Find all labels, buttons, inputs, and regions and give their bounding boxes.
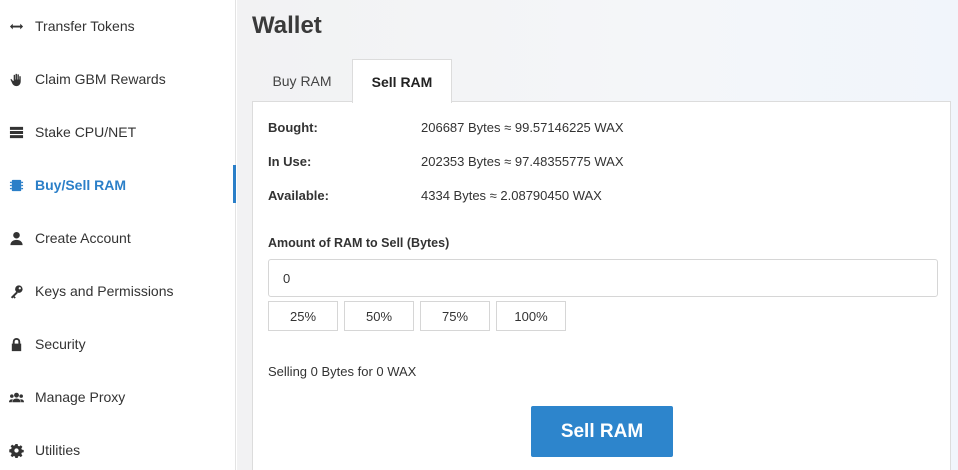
user-icon [8,230,24,246]
hand-icon [8,71,24,87]
sidebar: Transfer Tokens Claim GBM Rewards Stake … [0,0,236,470]
percent-75-button[interactable]: 75% [420,301,490,331]
amount-label: Amount of RAM to Sell (Bytes) [268,236,450,250]
sell-ram-button[interactable]: Sell RAM [531,406,673,457]
tab-sell-ram[interactable]: Sell RAM [352,59,452,103]
users-icon [8,389,24,405]
sidebar-item-label: Utilities [35,442,81,458]
sell-ram-panel: Bought: 206687 Bytes ≈ 99.57146225 WAX I… [252,101,951,470]
percent-50-button[interactable]: 50% [344,301,414,331]
sidebar-item-label: Manage Proxy [35,389,126,405]
percent-100-button[interactable]: 100% [496,301,566,331]
sidebar-item-label: Buy/Sell RAM [35,177,127,193]
sidebar-item-create-account[interactable]: Create Account [0,218,236,258]
memory-chip-icon [8,177,24,193]
sidebar-item-stake-cpu-net[interactable]: Stake CPU/NET [0,112,236,152]
sidebar-item-label: Create Account [35,230,131,246]
page-title: Wallet [252,12,322,39]
stat-row-bought: Bought: 206687 Bytes ≈ 99.57146225 WAX [268,120,624,135]
stat-value: 202353 Bytes ≈ 97.48355775 WAX [421,154,624,169]
main-content: Wallet Buy RAM Sell RAM Bought: 206687 B… [237,0,958,470]
stat-value: 206687 Bytes ≈ 99.57146225 WAX [421,120,624,135]
sell-summary: Selling 0 Bytes for 0 WAX [268,364,417,379]
sidebar-item-label: Keys and Permissions [35,283,174,299]
sidebar-item-label: Claim GBM Rewards [35,71,166,87]
sidebar-item-manage-proxy[interactable]: Manage Proxy [0,377,236,417]
sidebar-item-label: Security [35,336,86,352]
gear-icon [8,442,24,458]
sidebar-item-transfer-tokens[interactable]: Transfer Tokens [0,6,236,46]
arrows-horizontal-icon [8,18,24,34]
sidebar-item-security[interactable]: Security [0,324,236,364]
sidebar-item-buy-sell-ram[interactable]: Buy/Sell RAM [0,165,236,205]
sidebar-item-label: Stake CPU/NET [35,124,137,140]
lock-icon [8,336,24,352]
sidebar-item-label: Transfer Tokens [35,18,135,34]
stat-row-available: Available: 4334 Bytes ≈ 2.08790450 WAX [268,188,602,203]
tab-buy-ram[interactable]: Buy RAM [252,59,352,102]
percent-25-button[interactable]: 25% [268,301,338,331]
sidebar-item-utilities[interactable]: Utilities [0,430,236,470]
stat-row-in-use: In Use: 202353 Bytes ≈ 97.48355775 WAX [268,154,624,169]
sidebar-item-keys-permissions[interactable]: Keys and Permissions [0,271,236,311]
stat-label: In Use: [268,154,312,169]
server-icon [8,124,24,140]
stat-label: Available: [268,188,329,203]
sidebar-item-claim-gbm-rewards[interactable]: Claim GBM Rewards [0,59,236,99]
ram-amount-input[interactable] [268,259,938,297]
stat-value: 4334 Bytes ≈ 2.08790450 WAX [421,188,602,203]
stat-label: Bought: [268,120,318,135]
key-icon [8,283,24,299]
